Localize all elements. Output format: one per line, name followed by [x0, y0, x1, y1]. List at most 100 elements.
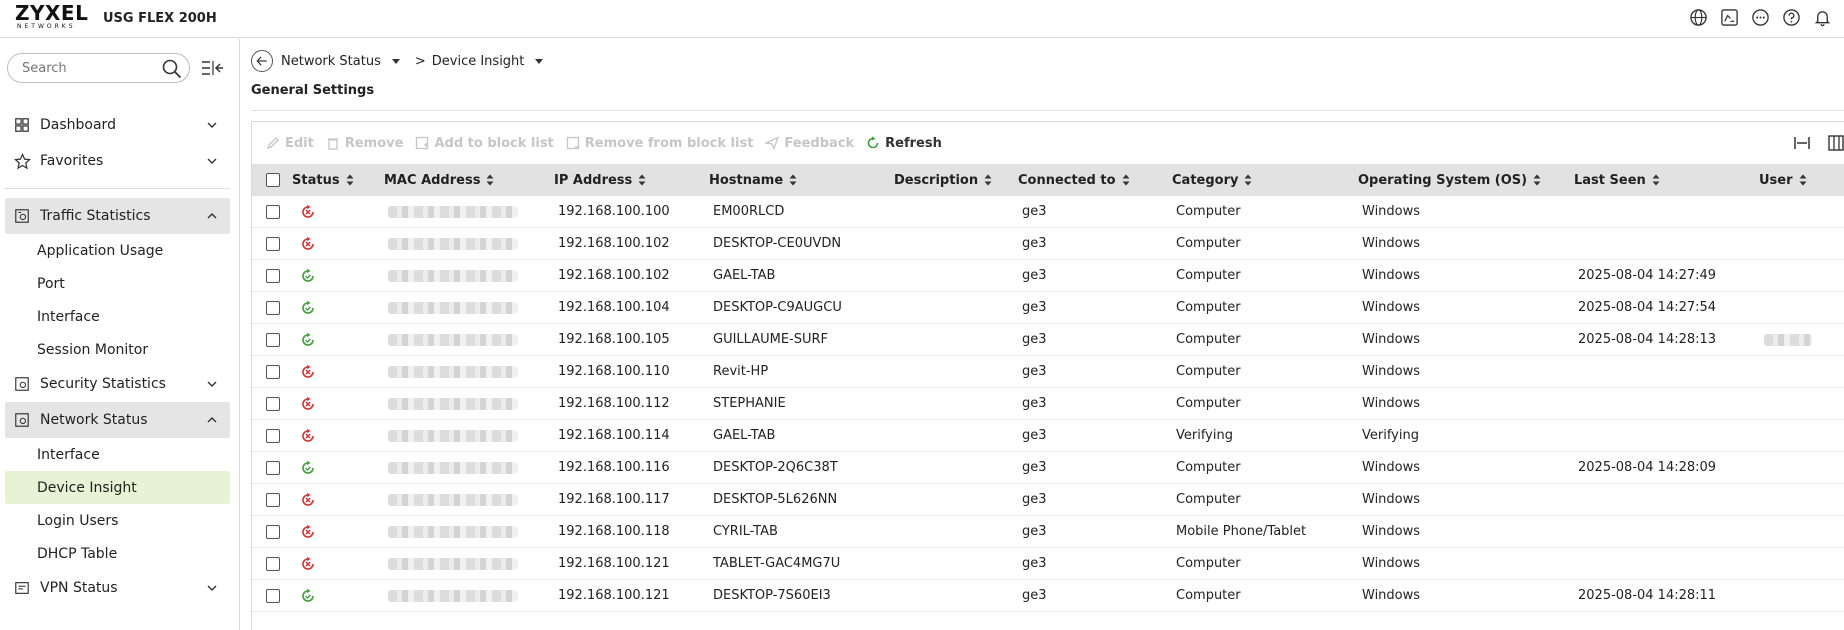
table-row[interactable]: 192.168.100.116 DESKTOP-2Q6C38T ge3 Compute… — [252, 452, 1844, 484]
sidebar-item-network-interface[interactable]: Interface — [0, 438, 240, 471]
column-last-seen[interactable]: Last Seen — [1574, 164, 1660, 196]
zyxel-logo[interactable]: ZYXEL NETWORKS — [15, 3, 90, 33]
row-checkbox[interactable] — [266, 268, 280, 283]
search-icon[interactable] — [161, 58, 183, 80]
status-offline-icon — [300, 236, 316, 252]
table-row[interactable]: 192.168.100.117 DESKTOP-5L626NN ge3 Compute… — [252, 484, 1844, 516]
cli-icon[interactable] — [1720, 8, 1739, 27]
sidebar-item-traffic-statistics[interactable]: Traffic Statistics — [5, 198, 230, 234]
ip-address-cell: 192.168.100.112 — [558, 396, 670, 411]
table-row[interactable]: 192.168.100.112 STEPHANIE ge3 Computer Windo… — [252, 388, 1844, 420]
last-seen-cell: 2025-08-04 14:27:49 — [1578, 268, 1717, 283]
status-cell — [300, 228, 316, 259]
remove-button[interactable]: Remove — [326, 136, 403, 151]
column-description[interactable]: Description — [894, 164, 992, 196]
row-select-cell — [266, 516, 280, 547]
edit-button[interactable]: Edit — [266, 136, 314, 151]
select-all-cell — [266, 164, 280, 196]
ip-address-cell: 192.168.100.102 — [558, 236, 670, 251]
column-mac-address[interactable]: MAC Address — [384, 164, 494, 196]
sidebar-item-session-monitor[interactable]: Session Monitor — [0, 333, 240, 366]
sidebar-item-interface[interactable]: Interface — [0, 300, 240, 333]
refresh-button[interactable]: Refresh — [866, 136, 942, 151]
column-connected-to[interactable]: Connected to — [1018, 164, 1130, 196]
feedback-button[interactable]: Feedback — [765, 136, 854, 151]
chevron-down-icon — [207, 585, 217, 591]
caret-down-icon[interactable] — [534, 56, 544, 66]
row-checkbox[interactable] — [266, 428, 280, 443]
more-icon[interactable] — [1751, 8, 1770, 27]
ip-address-cell: 192.168.100.104 — [558, 300, 670, 315]
back-button[interactable] — [251, 50, 273, 72]
table-row[interactable]: 192.168.100.102 GAEL-TAB ge3 Computer Window… — [252, 260, 1844, 292]
sidebar-item-favorites[interactable]: Favorites — [0, 143, 240, 179]
caret-down-icon[interactable] — [391, 56, 401, 66]
fit-width-icon[interactable] — [1793, 134, 1811, 152]
row-checkbox[interactable] — [266, 236, 280, 251]
bell-icon[interactable] — [1813, 8, 1832, 27]
row-select-cell — [266, 228, 280, 259]
table-row[interactable]: 192.168.100.105 GUILLAUME-SURF ge3 Computer… — [252, 324, 1844, 356]
sidebar-item-application-usage[interactable]: Application Usage — [0, 234, 240, 267]
last-seen-cell: 2025-08-04 14:28:09 — [1578, 460, 1717, 475]
column-hostname[interactable]: Hostname — [709, 164, 797, 196]
redacted-mac — [388, 269, 518, 282]
nav-menu: Dashboard Favorites Traffic Statistics A… — [0, 107, 240, 606]
ip-address-cell: 192.168.100.114 — [558, 428, 670, 443]
os-cell: Windows — [1362, 524, 1421, 539]
row-checkbox[interactable] — [266, 460, 280, 475]
column-ip-address[interactable]: IP Address — [554, 164, 646, 196]
table-row[interactable]: 192.168.100.121 DESKTOP-7S60EI3 ge3 Compute… — [252, 580, 1844, 612]
os-cell: Windows — [1362, 268, 1421, 283]
row-checkbox[interactable] — [266, 204, 280, 219]
row-checkbox[interactable] — [266, 556, 280, 571]
column-label: MAC Address — [384, 172, 481, 188]
row-checkbox[interactable] — [266, 332, 280, 347]
chevron-down-icon — [207, 158, 217, 164]
mac-address-cell — [388, 228, 518, 259]
sidebar-item-network-status[interactable]: Network Status — [5, 402, 230, 438]
sidebar-search[interactable] — [7, 53, 190, 83]
hostname-cell: DESKTOP-2Q6C38T — [713, 460, 838, 475]
table-row[interactable]: 192.168.100.100 EM00RLCD ge3 Computer Window… — [252, 196, 1844, 228]
redacted-user — [1764, 333, 1812, 346]
table-row[interactable]: 192.168.100.104 DESKTOP-C9AUGCU ge3 Compute… — [252, 292, 1844, 324]
help-icon[interactable] — [1782, 8, 1801, 27]
redacted-mac — [388, 205, 518, 218]
sidebar-item-vpn-status[interactable]: VPN Status — [0, 570, 240, 606]
column-status[interactable]: Status — [292, 164, 354, 196]
columns-icon[interactable] — [1827, 134, 1844, 152]
ip-address-cell: 192.168.100.110 — [558, 364, 670, 379]
search-input[interactable] — [22, 60, 172, 76]
table-row[interactable]: 192.168.100.102 DESKTOP-CE0UVDN ge3 Compute… — [252, 228, 1844, 260]
breadcrumb-network-status[interactable]: Network Status — [281, 54, 381, 69]
status-online-icon — [300, 460, 316, 476]
row-checkbox[interactable] — [266, 588, 280, 603]
column-user[interactable]: User — [1759, 164, 1807, 196]
sidebar-item-port[interactable]: Port — [0, 267, 240, 300]
sidebar-item-device-insight[interactable]: Device Insight — [5, 471, 230, 504]
column-category[interactable]: Category — [1172, 164, 1252, 196]
add-to-block-list-button[interactable]: Add to block list — [415, 136, 554, 151]
globe-icon[interactable] — [1689, 8, 1708, 27]
row-checkbox[interactable] — [266, 300, 280, 315]
row-checkbox[interactable] — [266, 396, 280, 411]
row-checkbox[interactable] — [266, 364, 280, 379]
sidebar-item-login-users[interactable]: Login Users — [0, 504, 240, 537]
remove-from-block-list-button[interactable]: Remove from block list — [566, 136, 753, 151]
sidebar-item-dashboard[interactable]: Dashboard — [0, 107, 240, 143]
select-all-checkbox[interactable] — [266, 173, 280, 187]
table-row[interactable]: 192.168.100.121 TABLET-GAC4MG7U ge3 Compute… — [252, 548, 1844, 580]
collapse-sidebar-icon[interactable] — [200, 59, 224, 77]
mac-address-cell — [388, 484, 518, 515]
sidebar-item-dhcp-table[interactable]: DHCP Table — [0, 537, 240, 570]
table-row[interactable]: 192.168.100.110 Revit-HP ge3 Computer Window… — [252, 356, 1844, 388]
sidebar-item-security-statistics[interactable]: Security Statistics — [0, 366, 240, 402]
dashboard-icon — [14, 116, 32, 134]
row-checkbox[interactable] — [266, 524, 280, 539]
row-checkbox[interactable] — [266, 492, 280, 507]
column-operating-system[interactable]: Operating System (OS) — [1358, 164, 1541, 196]
table-row[interactable]: 192.168.100.114 GAEL-TAB ge3 Verifying Verif… — [252, 420, 1844, 452]
breadcrumb-device-insight[interactable]: Device Insight — [432, 54, 525, 69]
table-row[interactable]: 192.168.100.118 CYRIL-TAB ge3 Mobile Phone/… — [252, 516, 1844, 548]
